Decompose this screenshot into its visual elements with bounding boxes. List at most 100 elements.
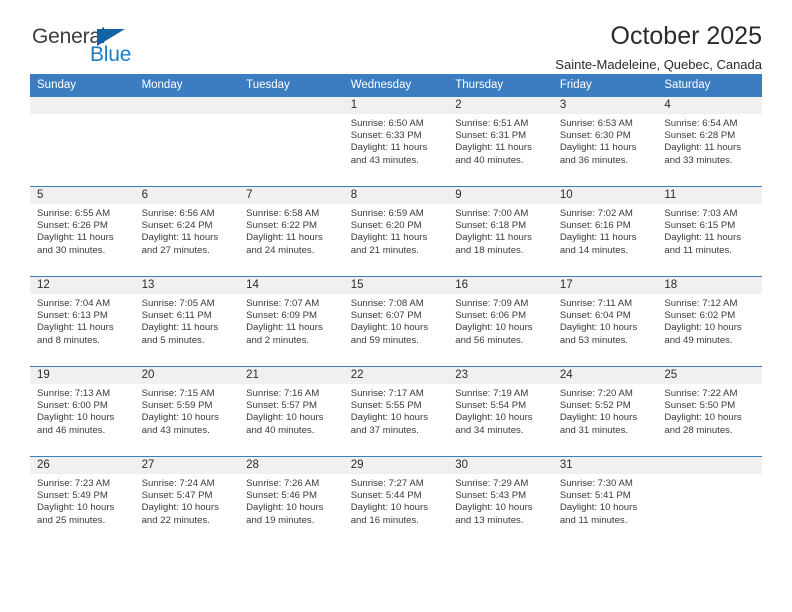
sunset-text: Sunset: 6:02 PM [664, 310, 736, 322]
day-details: Sunrise: 7:29 AM Sunset: 5:43 PM Daylight:… [448, 474, 553, 527]
sunset-text: Sunset: 6:28 PM [664, 130, 736, 142]
calendar-cell-day-9[interactable]: 9 Sunrise: 7:00 AM Sunset: 6:18 PM Daylight… [448, 186, 553, 277]
calendar-cell-day-22[interactable]: 22 Sunrise: 7:17 AM Sunset: 5:55 PM Dayligh… [343, 366, 449, 457]
daylight-text: Daylight: 10 hours and 11 minutes. [559, 502, 638, 526]
sunset-text: Sunset: 5:50 PM [664, 400, 736, 412]
daylight-text: Daylight: 10 hours and 31 minutes. [559, 412, 638, 436]
calendar-cell-day-26[interactable]: 26 Sunrise: 7:23 AM Sunset: 5:49 PM Dayligh… [30, 456, 135, 546]
sunset-text: Sunset: 6:30 PM [559, 130, 631, 142]
day-number: 25 [657, 367, 762, 384]
daylight-text: Daylight: 10 hours and 53 minutes. [559, 322, 638, 346]
calendar-cell-day-7[interactable]: 7 Sunrise: 6:58 AM Sunset: 6:22 PM Daylight… [239, 186, 344, 277]
weekday-header-tuesday: Tuesday [239, 74, 344, 97]
daylight-text: Daylight: 11 hours and 40 minutes. [455, 142, 532, 166]
calendar-cell-day-3[interactable]: 3 Sunrise: 6:53 AM Sunset: 6:30 PM Daylight… [552, 96, 658, 187]
calendar-week-row: 12 Sunrise: 7:04 AM Sunset: 6:13 PM Dayligh… [30, 276, 762, 367]
day-details: Sunrise: 6:58 AM Sunset: 6:22 PM Daylight:… [239, 204, 344, 257]
calendar-cell-day-20[interactable]: 20 Sunrise: 7:15 AM Sunset: 5:59 PM Dayligh… [134, 366, 240, 457]
calendar-week-row: 1 Sunrise: 6:50 AM Sunset: 6:33 PM Daylight… [30, 96, 762, 187]
calendar-cell-day-13[interactable]: 13 Sunrise: 7:05 AM Sunset: 6:11 PM Dayligh… [134, 276, 240, 367]
day-details: Sunrise: 7:20 AM Sunset: 5:52 PM Daylight:… [553, 384, 658, 437]
sunrise-text: Sunrise: 7:08 AM [350, 298, 424, 309]
daylight-text: Daylight: 10 hours and 19 minutes. [246, 502, 324, 526]
calendar-cell-day-29[interactable]: 29 Sunrise: 7:27 AM Sunset: 5:44 PM Dayligh… [343, 456, 449, 546]
daylight-text: Daylight: 10 hours and 49 minutes. [664, 322, 742, 346]
calendar-cell-day-12[interactable]: 12 Sunrise: 7:04 AM Sunset: 6:13 PM Dayligh… [30, 276, 135, 367]
day-details: Sunrise: 7:03 AM Sunset: 6:15 PM Daylight:… [657, 204, 762, 257]
calendar-cell-day-4[interactable]: 4 Sunrise: 6:54 AM Sunset: 6:28 PM Daylight… [657, 96, 762, 187]
day-details: Sunrise: 6:50 AM Sunset: 6:33 PM Daylight:… [344, 114, 449, 167]
day-number: 19 [30, 367, 135, 384]
day-details: Sunrise: 7:13 AM Sunset: 6:00 PM Daylight:… [30, 384, 135, 437]
day-number: 3 [552, 97, 658, 114]
calendar-cell-day-31[interactable]: 31 Sunrise: 7:30 AM Sunset: 5:41 PM Dayligh… [552, 456, 658, 546]
calendar-cell-day-14[interactable]: 14 Sunrise: 7:07 AM Sunset: 6:09 PM Dayligh… [239, 276, 344, 367]
sunset-text: Sunset: 6:13 PM [37, 310, 108, 322]
daylight-text: Daylight: 11 hours and 21 minutes. [350, 232, 428, 256]
sunset-text: Sunset: 6:09 PM [246, 310, 318, 322]
sunset-text: Sunset: 6:31 PM [455, 130, 527, 142]
calendar-cell-day-5[interactable]: 5 Sunrise: 6:55 AM Sunset: 6:26 PM Daylight… [30, 186, 135, 277]
day-number [239, 97, 344, 114]
day-number: 24 [552, 367, 658, 384]
calendar-cell-day-30[interactable]: 30 Sunrise: 7:29 AM Sunset: 5:43 PM Dayligh… [448, 456, 553, 546]
day-number: 23 [448, 367, 553, 384]
daylight-text: Daylight: 11 hours and 8 minutes. [37, 322, 114, 346]
sunset-text: Sunset: 5:54 PM [455, 400, 527, 412]
page-header: General Blue October 2025 Sainte-Madelei… [30, 0, 762, 74]
calendar-week-row: 5 Sunrise: 6:55 AM Sunset: 6:26 PM Daylight… [30, 186, 762, 277]
sunrise-text: Sunrise: 6:51 AM [455, 118, 529, 129]
weekday-header-saturday: Saturday [657, 74, 762, 97]
sunrise-text: Sunrise: 7:04 AM [37, 298, 111, 309]
sunrise-text: Sunrise: 7:16 AM [246, 388, 320, 399]
sunset-text: Sunset: 6:00 PM [37, 400, 108, 412]
sunrise-text: Sunrise: 6:58 AM [246, 208, 320, 219]
day-details: Sunrise: 7:23 AM Sunset: 5:49 PM Daylight:… [30, 474, 135, 527]
calendar-cell-day-24[interactable]: 24 Sunrise: 7:20 AM Sunset: 5:52 PM Dayligh… [552, 366, 658, 457]
calendar-cell-day-1[interactable]: 1 Sunrise: 6:50 AM Sunset: 6:33 PM Daylight… [343, 96, 449, 187]
daylight-text: Daylight: 10 hours and 40 minutes. [246, 412, 324, 436]
sunrise-text: Sunrise: 7:00 AM [455, 208, 529, 219]
day-details: Sunrise: 6:59 AM Sunset: 6:20 PM Daylight:… [344, 204, 449, 257]
calendar-cell-day-16[interactable]: 16 Sunrise: 7:09 AM Sunset: 6:06 PM Dayligh… [448, 276, 553, 367]
calendar-cell-day-11[interactable]: 11 Sunrise: 7:03 AM Sunset: 6:15 PM Dayligh… [657, 186, 762, 277]
day-number [134, 97, 240, 114]
calendar-cell-day-19[interactable]: 19 Sunrise: 7:13 AM Sunset: 6:00 PM Dayligh… [30, 366, 135, 457]
daylight-text: Daylight: 11 hours and 36 minutes. [559, 142, 637, 166]
sunrise-text: Sunrise: 7:27 AM [350, 478, 424, 489]
day-details: Sunrise: 7:27 AM Sunset: 5:44 PM Daylight:… [344, 474, 449, 527]
day-number: 12 [30, 277, 135, 294]
calendar-cell-day-21[interactable]: 21 Sunrise: 7:16 AM Sunset: 5:57 PM Dayligh… [239, 366, 344, 457]
calendar-cell-day-18[interactable]: 18 Sunrise: 7:12 AM Sunset: 6:02 PM Dayligh… [657, 276, 762, 367]
day-details: Sunrise: 7:00 AM Sunset: 6:18 PM Daylight:… [448, 204, 553, 257]
calendar-cell-day-10[interactable]: 10 Sunrise: 7:02 AM Sunset: 6:16 PM Dayligh… [552, 186, 658, 277]
daylight-text: Daylight: 10 hours and 25 minutes. [37, 502, 115, 526]
sunrise-text: Sunrise: 7:15 AM [141, 388, 215, 399]
calendar-cell-day-28[interactable]: 28 Sunrise: 7:26 AM Sunset: 5:46 PM Dayligh… [239, 456, 344, 546]
sunrise-text: Sunrise: 7:23 AM [37, 478, 111, 489]
weekday-header-sunday: Sunday [30, 74, 135, 97]
calendar-cell-day-8[interactable]: 8 Sunrise: 6:59 AM Sunset: 6:20 PM Daylight… [343, 186, 449, 277]
calendar-cell-day-6[interactable]: 6 Sunrise: 6:56 AM Sunset: 6:24 PM Daylight… [134, 186, 240, 277]
calendar-cell-day-15[interactable]: 15 Sunrise: 7:08 AM Sunset: 6:07 PM Dayligh… [343, 276, 449, 367]
day-number: 13 [134, 277, 240, 294]
day-details: Sunrise: 6:55 AM Sunset: 6:26 PM Daylight:… [30, 204, 135, 257]
page-subtitle: Sainte-Madeleine, Quebec, Canada [555, 56, 762, 72]
day-number: 30 [448, 457, 553, 474]
day-number: 2 [448, 97, 553, 114]
calendar-page: General Blue October 2025 Sainte-Madelei… [0, 0, 792, 612]
logo-text-blue: Blue [90, 43, 132, 66]
page-title: October 2025 [610, 22, 763, 50]
calendar-cell-day-2[interactable]: 2 Sunrise: 6:51 AM Sunset: 6:31 PM Daylight… [448, 96, 553, 187]
day-details: Sunrise: 7:17 AM Sunset: 5:55 PM Daylight:… [344, 384, 449, 437]
sunset-text: Sunset: 6:24 PM [141, 220, 213, 232]
weekday-header-monday: Monday [134, 74, 240, 97]
calendar-cell-day-27[interactable]: 27 Sunrise: 7:24 AM Sunset: 5:47 PM Dayligh… [134, 456, 240, 546]
sunrise-text: Sunrise: 7:13 AM [37, 388, 111, 399]
calendar-cell-day-17[interactable]: 17 Sunrise: 7:11 AM Sunset: 6:04 PM Dayligh… [552, 276, 658, 367]
day-number: 5 [30, 187, 135, 204]
calendar-cell-day-25[interactable]: 25 Sunrise: 7:22 AM Sunset: 5:50 PM Dayligh… [657, 366, 762, 457]
sunset-text: Sunset: 6:22 PM [246, 220, 318, 232]
daylight-text: Daylight: 11 hours and 11 minutes. [664, 232, 741, 256]
calendar-cell-day-23[interactable]: 23 Sunrise: 7:19 AM Sunset: 5:54 PM Dayligh… [448, 366, 553, 457]
